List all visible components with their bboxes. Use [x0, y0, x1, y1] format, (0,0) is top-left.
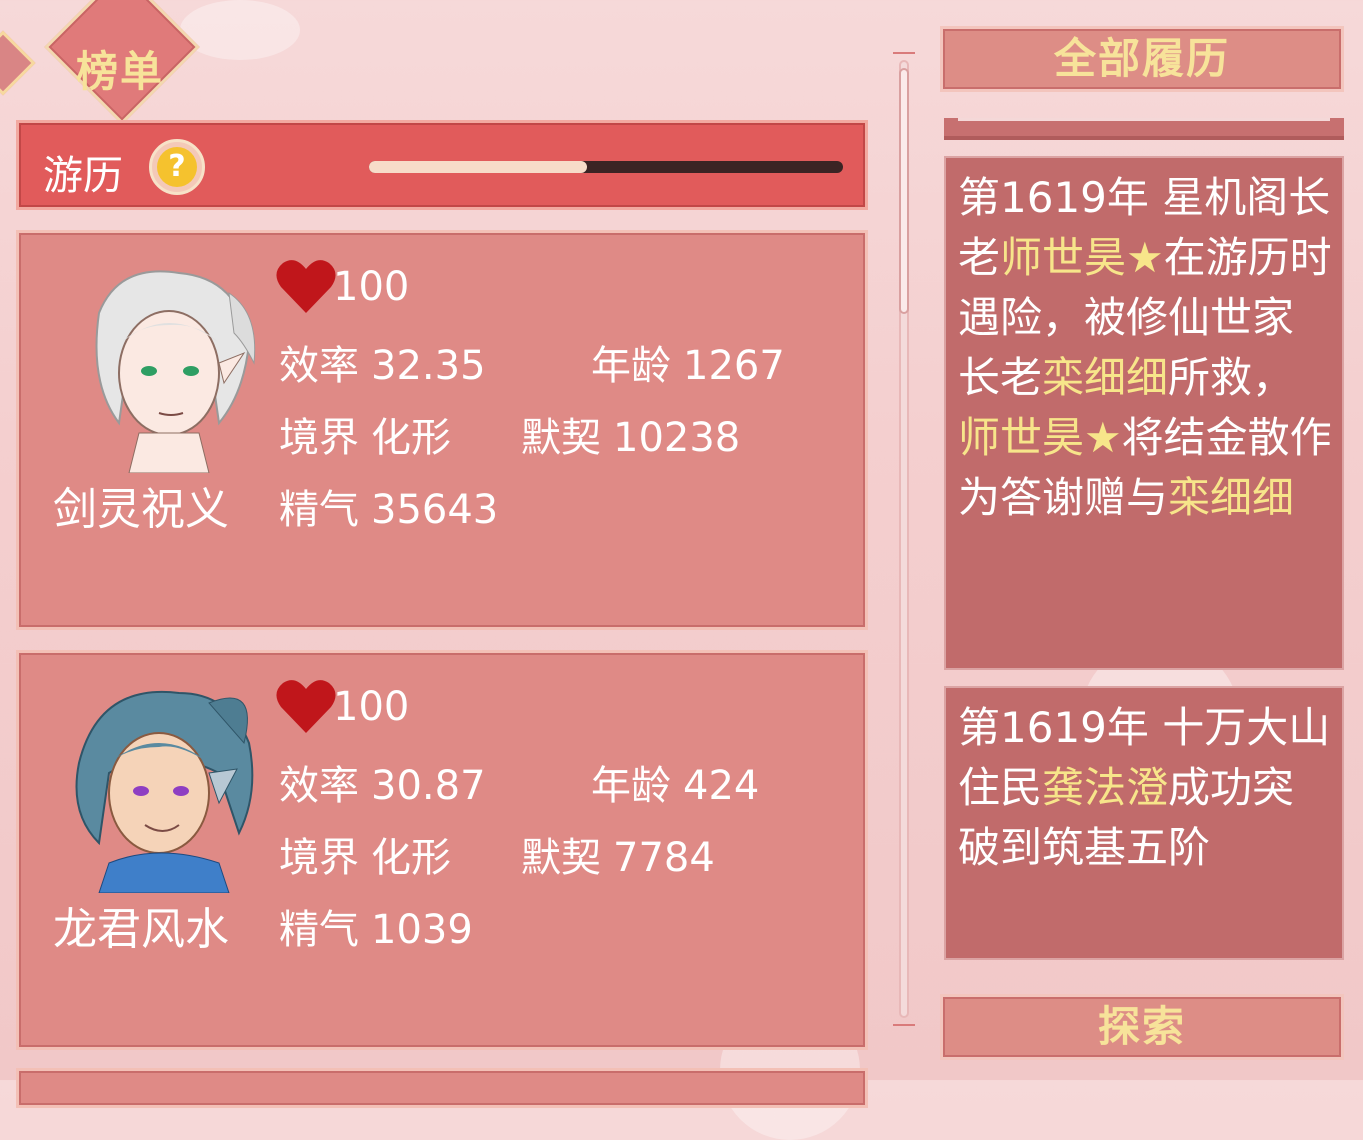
bond-label: 默契 [521, 415, 601, 461]
age-stat: 年龄 1267 [591, 333, 785, 391]
question-icon: ? [157, 147, 197, 187]
travel-title: 游历 [43, 153, 123, 199]
essence-value: 1039 [371, 907, 473, 953]
favor-row: 100 [275, 677, 409, 737]
realm-stat: 境界 化形 [279, 405, 451, 463]
explore-button[interactable]: 探索 [940, 994, 1344, 1060]
efficiency-stat: 效率 32.35 [279, 333, 486, 391]
efficiency-stat: 效率 30.87 [279, 753, 486, 811]
help-button[interactable]: ? [149, 139, 205, 195]
log-person-name: 师世昊★ [1000, 233, 1164, 282]
character-card[interactable] [16, 1068, 868, 1108]
travel-progress-bar [369, 161, 843, 173]
realm-value: 化形 [371, 835, 451, 881]
character-portrait-silver-hair [95, 270, 256, 473]
log-person-name: 师世昊★ [958, 413, 1122, 462]
list-scrollbar[interactable] [893, 52, 915, 1026]
travel-header: 游历 ? [16, 120, 868, 210]
character-card[interactable]: 龙君风水 100 效率 30.87 年龄 424 境界 化形 默契 7784 精气 103… [16, 650, 868, 1050]
realm-label: 境界 [279, 415, 359, 461]
age-label: 年龄 [591, 763, 671, 809]
log-text: 所救， [1168, 353, 1295, 402]
age-stat: 年龄 424 [591, 753, 759, 811]
scrollbar-thumb[interactable] [899, 68, 909, 314]
log-person-name: 栾细细 [1042, 353, 1169, 402]
realm-label: 境界 [279, 835, 359, 881]
rank-tab[interactable]: 榜单 [40, 0, 200, 140]
scrollbar-top-cap [893, 52, 915, 54]
essence-label: 精气 [279, 487, 359, 533]
efficiency-value: 32.35 [371, 343, 486, 389]
bond-value: 7784 [613, 835, 715, 881]
favor-value: 100 [333, 684, 410, 730]
essence-stat: 精气 35643 [279, 477, 498, 535]
character-portrait-blue-hair [75, 690, 254, 893]
travel-progress-fill [369, 161, 588, 173]
heart-icon [276, 680, 336, 733]
essence-value: 35643 [371, 487, 499, 533]
scrollbar-bottom-cap [893, 1024, 915, 1026]
character-name: 剑灵祝义 [53, 484, 229, 535]
efficiency-label: 效率 [279, 343, 359, 389]
rank-tab-label: 榜单 [75, 47, 164, 96]
age-label: 年龄 [591, 343, 671, 389]
realm-value: 化形 [371, 415, 451, 461]
log-person-name: 龚法澄 [1042, 763, 1169, 812]
all-history-button[interactable]: 全部履历 [940, 26, 1344, 92]
log-person-name: 栾细细 [1168, 473, 1295, 522]
previous-tab-arrow[interactable] [0, 30, 36, 96]
history-entry: 第1619年 星机阁长老师世昊★在游历时遇险，被修仙世家长老栾细细所救，师世昊★… [944, 156, 1344, 670]
age-value: 424 [683, 763, 760, 809]
essence-label: 精气 [279, 907, 359, 953]
essence-stat: 精气 1039 [279, 897, 473, 955]
favor-row: 100 [275, 257, 409, 317]
history-divider [944, 118, 1344, 140]
character-name: 龙君风水 [53, 904, 229, 955]
bond-stat: 默契 10238 [521, 405, 740, 463]
favor-value: 100 [333, 264, 410, 310]
efficiency-label: 效率 [279, 763, 359, 809]
divider-line [958, 118, 1330, 121]
realm-stat: 境界 化形 [279, 825, 451, 883]
efficiency-value: 30.87 [371, 763, 486, 809]
bond-value: 10238 [613, 415, 741, 461]
history-entry: 第1619年 十万大山住民龚法澄成功突破到筑基五阶 [944, 686, 1344, 960]
character-card[interactable]: 剑灵祝义 100 效率 32.35 年龄 1267 境界 化形 默契 10238 精气 3… [16, 230, 868, 630]
heart-icon [276, 260, 336, 313]
bond-stat: 默契 7784 [521, 825, 715, 883]
bond-label: 默契 [521, 835, 601, 881]
age-value: 1267 [683, 343, 785, 389]
